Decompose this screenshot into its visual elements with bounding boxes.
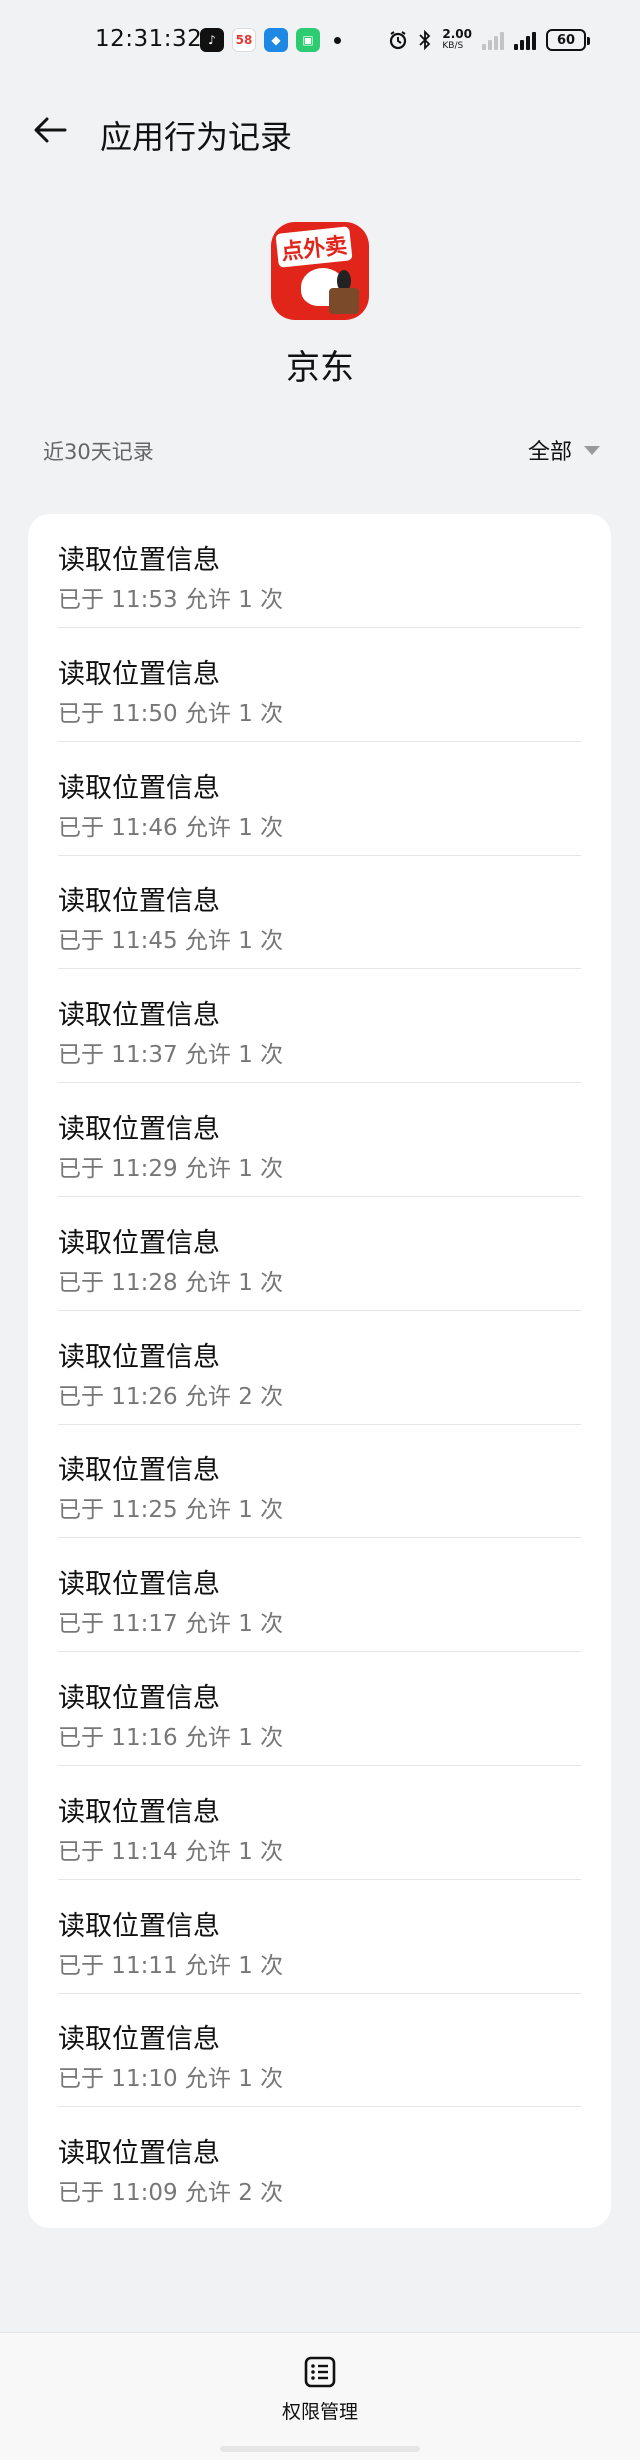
filter-row: 近30天记录 全部 xyxy=(0,432,640,472)
system-icons: 2.00 KB/S 60 xyxy=(388,28,590,52)
record-row: 读取位置信息已于 11:53 允许 1 次 xyxy=(58,514,611,628)
record-row: 读取位置信息已于 11:28 允许 1 次 xyxy=(58,1197,611,1311)
record-title: 读取位置信息 xyxy=(58,2138,220,2170)
record-title: 读取位置信息 xyxy=(58,1000,220,1032)
app-icon-box xyxy=(329,288,359,314)
record-row: 读取位置信息已于 11:10 允许 1 次 xyxy=(58,1993,611,2108)
record-title: 读取位置信息 xyxy=(58,1341,220,1373)
permission-management-label: 权限管理 xyxy=(281,2401,358,2423)
record-row: 读取位置信息已于 11:29 允许 1 次 xyxy=(58,1083,611,1197)
record-detail: 已于 11:16 允许 1 次 xyxy=(58,1725,284,1751)
record-detail: 已于 11:28 允许 1 次 xyxy=(58,1269,284,1296)
record-detail: 已于 11:45 允许 1 次 xyxy=(58,928,284,955)
record-row: 读取位置信息已于 11:16 允许 1 次 xyxy=(58,1652,611,1766)
record-detail: 已于 11:09 允许 2 次 xyxy=(58,2180,284,2207)
blue-app-icon: ◆ xyxy=(264,28,288,52)
signal-sim1-icon xyxy=(482,30,504,50)
status-bar: 12:31:32 ♪ 58 ◆ ▣ 2.00 KB/S 60 xyxy=(0,0,640,86)
home-indicator[interactable] xyxy=(220,2446,420,2452)
record-detail: 已于 11:11 允许 1 次 xyxy=(58,1952,284,1979)
record-title: 读取位置信息 xyxy=(58,1910,220,1942)
record-title: 读取位置信息 xyxy=(58,1796,220,1828)
speed-unit: KB/S xyxy=(442,41,464,51)
record-detail: 已于 11:50 允许 1 次 xyxy=(58,700,284,727)
app-name: 京东 xyxy=(286,348,354,388)
record-detail: 已于 11:17 允许 1 次 xyxy=(58,1611,284,1638)
record-row: 读取位置信息已于 11:09 允许 2 次 xyxy=(58,2107,611,2221)
record-title: 读取位置信息 xyxy=(58,1455,220,1487)
green-app-icon: ▣ xyxy=(296,28,320,52)
filter-selected-value: 全部 xyxy=(527,440,572,465)
record-detail: 已于 11:53 允许 1 次 xyxy=(58,587,284,613)
permission-management-button[interactable]: 权限管理 xyxy=(270,2355,370,2435)
page-title: 应用行为记录 xyxy=(100,118,293,156)
status-time: 12:31:32 xyxy=(95,26,203,52)
tiktok-icon: ♪ xyxy=(200,28,224,52)
record-title: 读取位置信息 xyxy=(58,1227,220,1259)
record-row: 读取位置信息已于 11:26 允许 2 次 xyxy=(58,1311,611,1425)
list-icon xyxy=(304,2356,336,2388)
more-notifications-dot xyxy=(334,36,341,44)
record-detail: 已于 11:14 允许 1 次 xyxy=(58,1838,284,1865)
record-row: 读取位置信息已于 11:17 允许 1 次 xyxy=(58,1538,611,1653)
record-title: 读取位置信息 xyxy=(58,772,220,804)
record-detail: 已于 11:29 允许 1 次 xyxy=(58,1156,284,1182)
record-title: 读取位置信息 xyxy=(58,2024,220,2056)
filter-dropdown[interactable]: 全部 xyxy=(528,434,600,466)
range-label: 近30天记录 xyxy=(43,440,154,464)
notification-icons: ♪ 58 ◆ ▣ xyxy=(200,28,341,52)
speed-value: 2.00 xyxy=(442,27,472,41)
record-detail: 已于 11:37 允许 1 次 xyxy=(58,1042,284,1069)
record-detail: 已于 11:25 允许 1 次 xyxy=(58,1497,284,1524)
record-row: 读取位置信息已于 11:46 允许 1 次 xyxy=(58,742,611,856)
record-detail: 已于 11:26 允许 2 次 xyxy=(58,1383,284,1410)
record-title: 读取位置信息 xyxy=(58,1569,220,1601)
battery-icon: 60 xyxy=(546,29,590,51)
app-58-icon: 58 xyxy=(232,28,256,52)
record-detail: 已于 11:10 允许 1 次 xyxy=(58,2066,284,2093)
record-row: 读取位置信息已于 11:11 允许 1 次 xyxy=(58,1880,611,1994)
header: 应用行为记录 xyxy=(0,100,640,160)
record-row: 读取位置信息已于 11:50 允许 1 次 xyxy=(58,628,611,742)
record-row: 读取位置信息已于 11:37 允许 1 次 xyxy=(58,969,611,1084)
record-row: 读取位置信息已于 11:14 允许 1 次 xyxy=(58,1766,611,1880)
bluetooth-icon xyxy=(419,30,431,50)
record-detail: 已于 11:46 允许 1 次 xyxy=(58,814,284,841)
records-list: 读取位置信息 已于 11:53 允许 1 次读取位置信息 已于 11:50 允许 1… xyxy=(28,514,611,2228)
record-title: 读取位置信息 xyxy=(58,1114,220,1145)
alarm-icon xyxy=(390,31,407,50)
network-speed: 2.00 KB/S xyxy=(442,28,472,52)
arrow-left-icon xyxy=(34,117,67,143)
app-icon: 点外卖 xyxy=(271,222,369,320)
record-row: 读取位置信息已于 11:25 允许 1 次 xyxy=(58,1424,611,1539)
record-title: 读取位置信息 xyxy=(58,658,220,690)
record-title: 读取位置信息 xyxy=(58,1683,220,1714)
back-button[interactable] xyxy=(30,112,70,148)
app-icon-tag: 点外卖 xyxy=(275,226,353,268)
record-row: 读取位置信息已于 11:45 允许 1 次 xyxy=(58,855,611,970)
caret-down-icon xyxy=(584,445,600,455)
record-title: 读取位置信息 xyxy=(58,545,220,576)
bottom-bar: 权限管理 xyxy=(0,2332,640,2460)
record-title: 读取位置信息 xyxy=(58,886,220,918)
signal-sim2-icon xyxy=(514,30,536,50)
